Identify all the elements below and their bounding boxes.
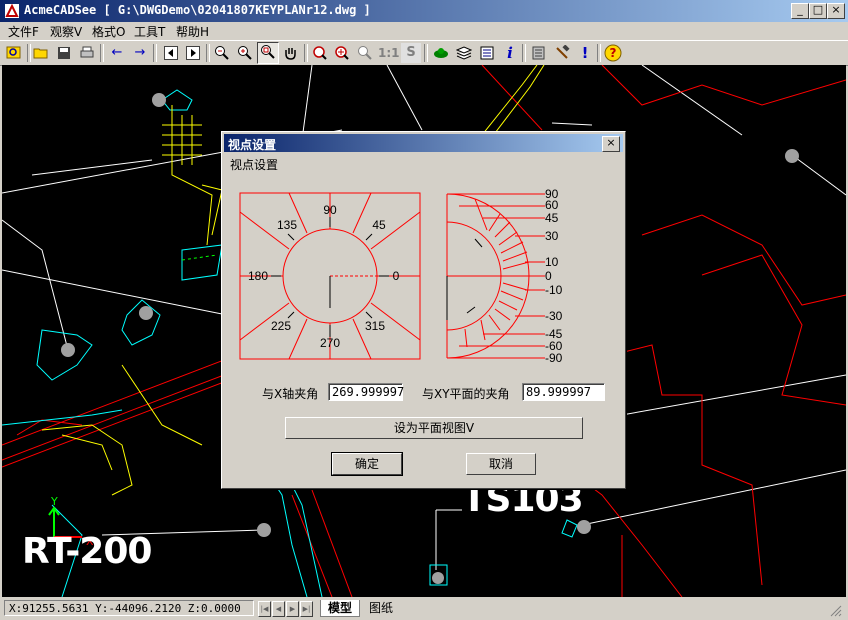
save-icon[interactable] <box>54 43 74 63</box>
x-angle-dial[interactable]: 90 45 135 180 0 225 315 270 <box>239 192 423 362</box>
first-tab-icon[interactable]: |◀ <box>258 601 271 617</box>
status-bar: X:91255.5631 Y:-44096.2120 Z:0.0000 |◀ ◀… <box>0 597 848 620</box>
pitch-30-label: 30 <box>545 229 559 243</box>
print-icon[interactable] <box>77 43 97 63</box>
menu-view[interactable]: 观察V <box>50 23 82 40</box>
toolbar: ← → 1:1 S i ! ? <box>0 40 848 66</box>
x-axis-angle-label: 与X轴夹角 <box>262 387 319 401</box>
xy-plane-angle-input[interactable]: 89.999997 <box>522 383 605 401</box>
zoom-in-icon[interactable] <box>235 43 255 63</box>
rt200-label: RT-200 <box>22 531 152 572</box>
zoom-extents-icon[interactable] <box>310 43 330 63</box>
dialog-title-bar[interactable]: 视点设置 × <box>224 134 623 152</box>
layers-tree-icon[interactable] <box>431 43 451 63</box>
viewpoint-dialog: 视点设置 × 视点设置 90 45 135 180 0 225 315 270 … <box>221 131 626 489</box>
angle-315-label: 315 <box>365 319 385 333</box>
angle-0-label: 0 <box>393 269 400 283</box>
open-folder-icon[interactable] <box>31 43 51 63</box>
pan-hand-icon[interactable] <box>281 43 301 63</box>
zoom-one-to-one-button[interactable]: 1:1 <box>378 43 400 63</box>
toolbar-separator <box>100 44 104 62</box>
menu-help[interactable]: 帮助H <box>176 23 209 40</box>
set-plan-view-button[interactable]: 设为平面视图V <box>285 417 583 439</box>
help-icon-glyph: ? <box>610 46 617 60</box>
dialog-title: 视点设置 <box>228 138 277 152</box>
info-icon[interactable]: i <box>500 43 520 63</box>
tools-hammer-icon[interactable] <box>552 43 572 63</box>
exclamation-icon[interactable]: ! <box>575 43 595 63</box>
help-icon[interactable]: ? <box>603 43 623 63</box>
dialog-group-label: 视点设置 <box>230 158 279 172</box>
x-axis-angle-input[interactable]: 269.999997 <box>328 383 404 401</box>
close-button[interactable]: × <box>827 3 845 19</box>
angle-90-label: 90 <box>323 203 337 217</box>
pitch-neg10-label: -10 <box>545 283 563 297</box>
menu-bar: 文件F 观察V 格式O 工具T 帮助H <box>0 22 848 40</box>
toolbar-separator <box>153 44 157 62</box>
zoom-all-icon[interactable] <box>332 43 352 63</box>
coordinate-readout: X:91255.5631 Y:-44096.2120 Z:0.0000 <box>4 600 254 616</box>
minimize-button[interactable]: _ <box>791 3 809 19</box>
cancel-button[interactable]: 取消 <box>466 453 536 475</box>
zoom-out-icon[interactable] <box>212 43 232 63</box>
s-button[interactable]: S <box>401 43 421 63</box>
window-title: AcmeCADSee [ G:\DWGDemo\02041807KEYPLANr… <box>24 3 371 17</box>
properties-icon[interactable] <box>477 43 497 63</box>
angle-45-label: 45 <box>372 218 386 232</box>
toolbar-separator <box>522 44 526 62</box>
toolbar-separator <box>304 44 308 62</box>
zoom-window-icon[interactable] <box>257 42 279 64</box>
acmecadsee-app-icon <box>5 3 19 18</box>
menu-file[interactable]: 文件F <box>8 23 39 40</box>
angle-135-label: 135 <box>277 218 297 232</box>
next-tab-icon[interactable]: ▶ <box>286 601 299 617</box>
ok-button[interactable]: 确定 <box>331 452 403 476</box>
pitch-60-label: 60 <box>545 198 559 212</box>
tab-model[interactable]: 模型 <box>320 600 360 617</box>
angle-180-label: 180 <box>248 269 268 283</box>
xy-plane-angle-dial[interactable]: 90 60 45 30 10 0 -10 -30 -45 -60 -90 <box>445 187 575 365</box>
xy-plane-angle-label: 与XY平面的夹角 <box>422 387 510 401</box>
first-page-icon[interactable] <box>161 43 181 63</box>
pitch-45-label: 45 <box>545 211 559 225</box>
browse-icon[interactable] <box>4 43 24 63</box>
toolbar-separator <box>424 44 428 62</box>
pitch-neg30-label: -30 <box>545 309 563 323</box>
layer-stack-icon[interactable] <box>454 43 474 63</box>
tab-layout[interactable]: 图纸 <box>362 600 400 616</box>
toolbar-separator <box>206 44 210 62</box>
angle-270-label: 270 <box>320 336 340 350</box>
dialog-close-button[interactable]: × <box>602 136 620 152</box>
prev-tab-icon[interactable]: ◀ <box>272 601 285 617</box>
convert-icon[interactable] <box>529 43 549 63</box>
resize-grip-icon[interactable] <box>828 603 842 617</box>
ucs-y-label: Y <box>50 495 58 508</box>
pitch-0-label: 0 <box>545 269 552 283</box>
menu-format[interactable]: 格式O <box>92 23 125 40</box>
window-title-bar[interactable]: AcmeCADSee [ G:\DWGDemo\02041807KEYPLANr… <box>0 0 848 22</box>
maximize-button[interactable]: □ <box>809 3 827 19</box>
zoom-realtime-icon[interactable] <box>355 43 375 63</box>
menu-tools[interactable]: 工具T <box>134 23 165 40</box>
forward-arrow-icon[interactable]: → <box>130 43 150 63</box>
angle-225-label: 225 <box>271 319 291 333</box>
last-page-icon[interactable] <box>183 43 203 63</box>
toolbar-separator <box>597 44 601 62</box>
pitch-10-label: 10 <box>545 255 559 269</box>
green-lines <box>181 254 218 261</box>
back-arrow-icon[interactable]: ← <box>107 43 127 63</box>
last-tab-icon[interactable]: ▶| <box>300 601 313 617</box>
pitch-neg90-label: -90 <box>545 351 563 365</box>
